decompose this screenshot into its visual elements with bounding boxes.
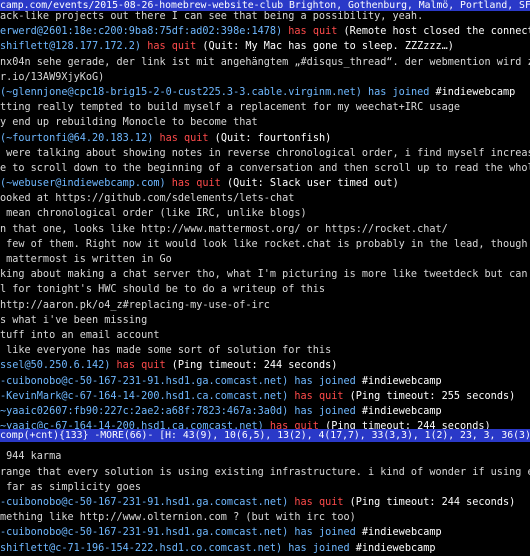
chat-line: (~fourtonfi@64.20.183.12) has quit (Quit… <box>0 131 530 146</box>
chat-line: http://aaron.pk/o4_z#replacing-my-use-of… <box>0 298 530 313</box>
chat-line: ooked at https://github.com/sdelements/l… <box>0 191 530 206</box>
line-text: tuff into an email account <box>0 329 160 341</box>
line-text: (Remote host closed the connection) <box>343 26 530 38</box>
line-text: (~fourtonfi@64.20.183.12) <box>0 132 160 144</box>
line-text: ssel@50.250.6.142) <box>0 360 117 372</box>
line-text: has joined <box>368 86 436 98</box>
line-text: -cuibonobo@c-50-167-231-91.hsd1.ga.comca… <box>0 375 295 387</box>
channel-name: #indiewebcamp <box>355 542 436 554</box>
quit-notice: has quit <box>288 26 338 38</box>
chat-line: king about making a chat server tho, wha… <box>0 267 530 282</box>
line-text: y end up rebuilding Monocle to become th… <box>0 117 258 129</box>
chat-line: -cuibonobo@c-50-167-231-91.hsd1.ga.comca… <box>0 374 530 389</box>
chat-line: -KevinMark@c-67-164-14-200.hsd1.ca.comca… <box>0 389 530 404</box>
chat-line: mething like http://www.olternion.com ? … <box>0 510 530 525</box>
line-text: -cuibonobo@c-50-167-231-91.hsd1.ga.comca… <box>0 497 295 508</box>
chat-line: tting really tempted to build myself a r… <box>0 100 530 115</box>
line-text: (Quit: Slack user timed out) <box>220 178 399 190</box>
quit-notice: has quit <box>294 390 344 402</box>
chat-line: -cuibonobo@c-50-167-231-91.hsd1.ga.comca… <box>0 495 530 510</box>
quit-notice: has quit <box>147 41 197 53</box>
line-text: (~webuser@indiewebcamp.com) <box>0 178 172 190</box>
chat-line: were talking about showing notes in reve… <box>0 146 530 161</box>
line-text: mething like http://www.olternion.com ? … <box>0 512 356 524</box>
line-text: n that one, looks like http://www.matter… <box>0 223 448 235</box>
chat-line: e to scroll down to the beginning of a c… <box>0 161 530 176</box>
line-text: far as simplicity goes <box>0 481 142 493</box>
line-text: shiflett@c-71-196-154-222.hsd1.co.comcas… <box>0 542 289 554</box>
chat-line: r.io/13AW9XjyKoG) <box>0 70 530 85</box>
line-text: were talking about showing notes in reve… <box>6 147 530 159</box>
chat-line: (~glennjone@cpc18-brig15-2-0-cust225.3-3… <box>0 85 530 100</box>
line-text: (Quit: fourtonfish) <box>208 132 332 144</box>
channel-name: #indiewebcamp <box>361 527 442 539</box>
status-bar: comp(+cnt){133} -MORE(66)- [H: 43(9), 10… <box>0 429 530 442</box>
line-text: (Ping timeout: 244 seconds) <box>165 360 338 372</box>
line-text: r.io/13AW9XjyKoG) <box>0 71 105 83</box>
quit-notice: has quit <box>159 132 209 144</box>
quit-notice: has quit <box>294 497 344 508</box>
chat-line: few of them. Right now it would look lik… <box>0 237 530 252</box>
chat-line: s what i've been missing <box>0 313 530 328</box>
chat-line: mattermost is written in Go <box>0 252 530 267</box>
chat-line: range that every solution is using exist… <box>0 465 530 480</box>
line-text: erwerd@2601:18e:c200:9ba8:75df:ad02:398e… <box>0 26 289 38</box>
line-text: few of them. Right now it would look lik… <box>6 238 528 250</box>
chat-line: y end up rebuilding Monocle to become th… <box>0 115 530 130</box>
line-text: (Ping timeout: 255 seconds) <box>343 390 516 402</box>
line-text: ack-like projects out there I can see th… <box>0 11 424 22</box>
line-text: mattermost is written in Go <box>0 254 172 265</box>
chat-line: 944 karma <box>0 449 530 464</box>
line-text: has joined <box>288 542 356 554</box>
chat-line: -cuibonobo@c-50-167-231-91.hsd1.ga.comca… <box>0 525 530 540</box>
chat-line: nx04n sehe gerade, der link ist mit ange… <box>0 55 530 70</box>
chat-line: ssel@50.250.6.142) has quit (Ping timeou… <box>0 358 530 373</box>
chat-line: shiflett@128.177.172.2) has quit (Quit: … <box>0 39 530 54</box>
quit-notice: has quit <box>171 178 221 190</box>
line-text: mean chronological order (like IRC, unli… <box>0 208 307 220</box>
chat-log[interactable]: ack-like projects out there I can see th… <box>0 9 530 556</box>
chat-line: mean chronological order (like IRC, unli… <box>0 206 530 221</box>
line-text: like everyone has made some sort of solu… <box>0 345 332 357</box>
chat-line: like everyone has made some sort of solu… <box>0 343 530 358</box>
channel-name: #indiewebcamp <box>361 405 442 417</box>
line-text: e to scroll down to the beginning of a c… <box>0 162 530 174</box>
chat-line: far as simplicity goes <box>0 480 530 495</box>
line-text: (~glennjone@cpc18-brig15-2-0-cust225.3-3… <box>0 86 369 98</box>
chat-line: shiflett@c-71-196-154-222.hsd1.co.comcas… <box>0 541 530 556</box>
line-text: -cuibonobo@c-50-167-231-91.hsd1.ga.comca… <box>0 527 295 539</box>
channel-name: #indiewebcamp <box>361 375 442 387</box>
line-text: has joined <box>294 527 362 539</box>
line-text: http://aaron.pk/o4_z#replacing-my-use-of… <box>0 299 270 311</box>
line-text: (Ping timeout: 244 seconds) <box>343 497 516 508</box>
line-text: has joined <box>294 375 362 387</box>
line-text: shiflett@128.177.172.2) <box>0 41 148 53</box>
line-text: has joined <box>294 405 362 417</box>
chat-line: l for tonight's HWC should be to do a wr… <box>0 282 530 297</box>
chat-line: tuff into an email account <box>0 328 530 343</box>
chat-line: erwerd@2601:18e:c200:9ba8:75df:ad02:398e… <box>0 24 530 39</box>
chat-line: ~yaaic02607:fb90:227c:2ae2:a68f:7823:467… <box>0 404 530 419</box>
line-text: range that every solution is using exist… <box>0 466 530 478</box>
line-text: nx04n sehe gerade, der link ist mit ange… <box>0 56 530 68</box>
chat-line: n that one, looks like http://www.matter… <box>0 222 530 237</box>
line-text: ooked at https://github.com/sdelements/l… <box>0 193 295 205</box>
line-text: tting really tempted to build myself a r… <box>0 102 461 114</box>
line-text: -KevinMark@c-67-164-14-200.hsd1.ca.comca… <box>0 390 295 402</box>
line-text: king about making a chat server tho, wha… <box>0 269 528 281</box>
chat-line: (~webuser@indiewebcamp.com) has quit (Qu… <box>0 176 530 191</box>
line-text: 944 karma <box>0 451 62 463</box>
chat-line: ack-like projects out there I can see th… <box>0 9 530 24</box>
line-text: (Quit: My Mac has gone to sleep. ZZZzzz…… <box>196 41 454 53</box>
line-text: l for tonight's HWC should be to do a wr… <box>0 284 326 296</box>
quit-notice: has quit <box>116 360 166 372</box>
channel-name: #indiewebcamp <box>435 86 516 98</box>
line-text: s what i've been missing <box>0 314 148 326</box>
line-text: ~yaaic02607:fb90:227c:2ae2:a68f:7823:467… <box>0 405 295 417</box>
